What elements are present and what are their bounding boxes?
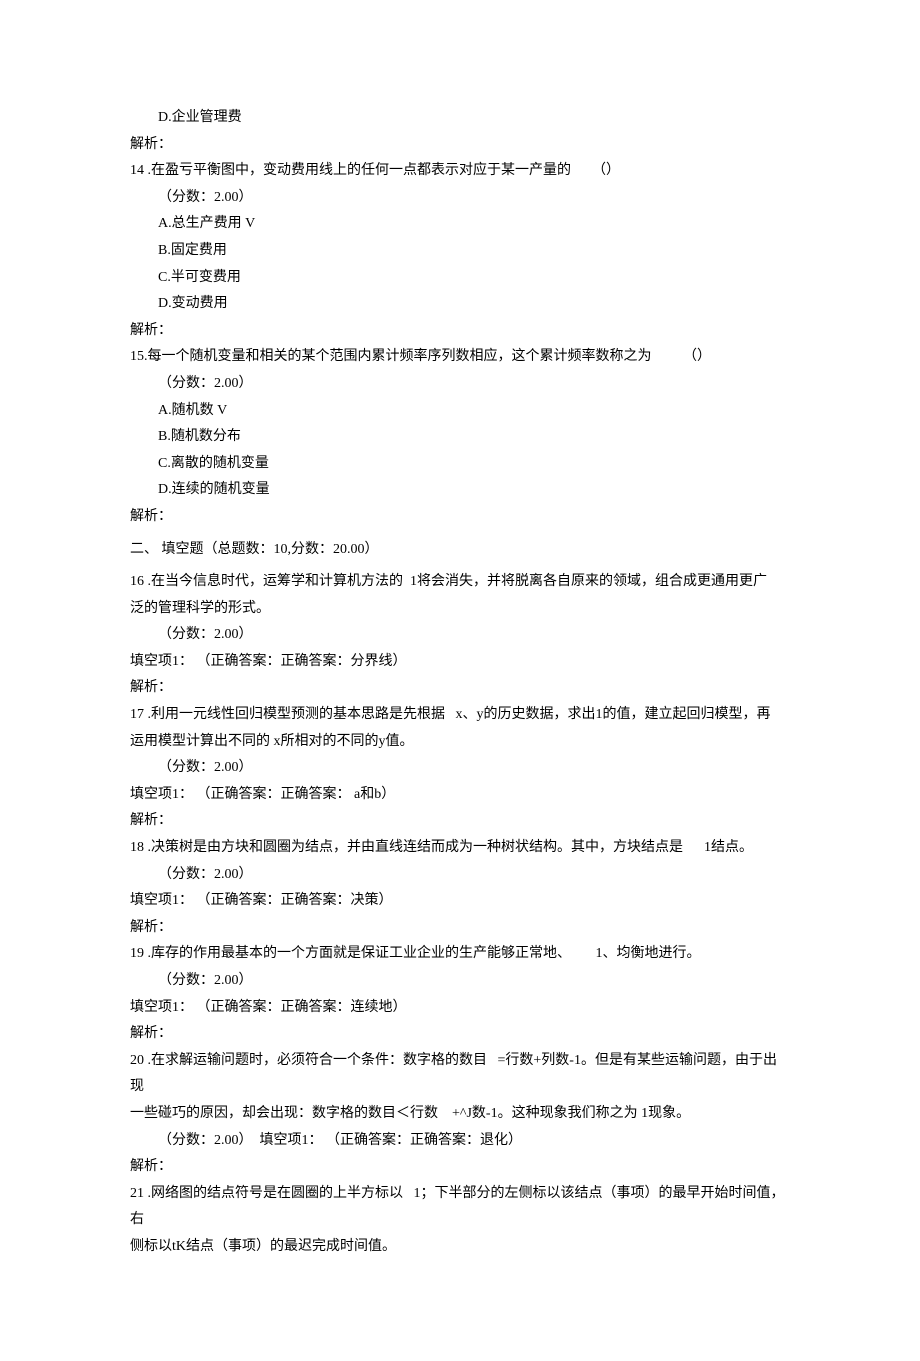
option-d: D.变动费用 [130, 291, 785, 318]
analysis-label: 解析： [130, 132, 785, 159]
analysis-label: 解析： [130, 318, 785, 345]
blank-answer: 填空项1： （正确答案：正确答案：决策） [130, 888, 785, 915]
question-17-line2: 运用模型计算出不同的 x所相对的不同的y值。 [130, 729, 785, 756]
document-page: D.企业管理费 解析： 14 .在盈亏平衡图中，变动费用线上的任何一点都表示对应… [0, 0, 920, 1361]
analysis-label: 解析： [130, 915, 785, 942]
analysis-label: 解析： [130, 1154, 785, 1181]
score-label: （分数：2.00） [130, 968, 785, 995]
analysis-label: 解析： [130, 504, 785, 531]
option-c: C.半可变费用 [130, 265, 785, 292]
blank-answer: 填空项1： （正确答案：正确答案：连续地） [130, 995, 785, 1022]
option-a: A.随机数 V [130, 398, 785, 425]
question-19: 19 .库存的作用最基本的一个方面就是保证工业企业的生产能够正常地、 1、均衡地… [130, 941, 785, 968]
question-15: 15.每一个随机变量和相关的某个范围内累计频率序列数相应，这个累计频率数称之为 … [130, 344, 785, 371]
score-label: （分数：2.00） [130, 185, 785, 212]
option-c: C.离散的随机变量 [130, 451, 785, 478]
blank-answer: 填空项1： （正确答案：正确答案： a和b） [130, 782, 785, 809]
question-16-line1: 16 .在当今信息时代，运筹学和计算机方法的 1将会消失，并将脱离各自原来的领域… [130, 569, 785, 596]
question-21-line1: 21 .网络图的结点符号是在圆圈的上半方标以 1；下半部分的左侧标以该结点（事项… [130, 1181, 785, 1234]
question-16-line2: 泛的管理科学的形式。 [130, 596, 785, 623]
question-21-line2: 侧标以tK结点（事项）的最迟完成时间值。 [130, 1234, 785, 1261]
score-label: （分数：2.00） [130, 371, 785, 398]
question-20-line1: 20 .在求解运输问题时，必须符合一个条件：数字格的数目 =行数+列数-1。但是… [130, 1048, 785, 1101]
section-2-header: 二、 填空题（总题数：10,分数：20.00） [130, 531, 785, 570]
analysis-label: 解析： [130, 808, 785, 835]
score-label: （分数：2.00） [130, 755, 785, 782]
question-20-line2: 一些碰巧的原因，却会出现：数字格的数目＜行数 +^J数-1。这种现象我们称之为 … [130, 1101, 785, 1128]
option-b: B.随机数分布 [130, 424, 785, 451]
question-18: 18 .决策树是由方块和圆圈为结点，并由直线连结而成为一种树状结构。其中，方块结… [130, 835, 785, 862]
score-and-blank-answer: （分数：2.00） 填空项1： （正确答案：正确答案：退化） [130, 1128, 785, 1155]
question-14: 14 .在盈亏平衡图中，变动费用线上的任何一点都表示对应于某一产量的 （） [130, 158, 785, 185]
analysis-label: 解析： [130, 1021, 785, 1048]
blank-answer: 填空项1： （正确答案：正确答案：分界线） [130, 649, 785, 676]
analysis-label: 解析： [130, 675, 785, 702]
option-a: A.总生产费用 V [130, 211, 785, 238]
option-d: D.连续的随机变量 [130, 477, 785, 504]
question-17-line1: 17 .利用一元线性回归模型预测的基本思路是先根据 x、y的历史数据，求出1的值… [130, 702, 785, 729]
score-label: （分数：2.00） [130, 622, 785, 649]
score-label: （分数：2.00） [130, 862, 785, 889]
option-d: D.企业管理费 [130, 105, 785, 132]
option-b: B.固定费用 [130, 238, 785, 265]
